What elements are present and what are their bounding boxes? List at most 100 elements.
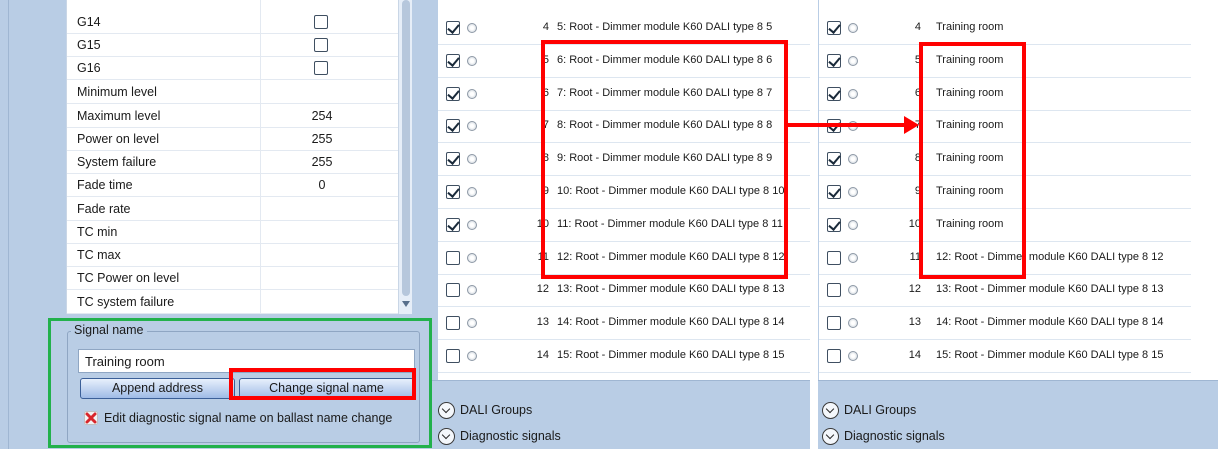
- row-signal-name: 15: Root - Dimmer module K60 DALI type 8…: [936, 349, 1164, 361]
- property-name: Minimum level: [77, 85, 157, 99]
- status-dot-icon: [848, 154, 858, 165]
- scrollbar-thumb[interactable]: [402, 0, 410, 296]
- status-dot-icon: [467, 121, 477, 132]
- property-name: G16: [77, 61, 101, 75]
- diagnostic-signals-expander[interactable]: Diagnostic signals: [822, 427, 982, 447]
- change-button-highlight: [229, 368, 416, 400]
- row-checkbox[interactable]: [446, 185, 460, 199]
- property-row[interactable]: G16: [67, 57, 399, 80]
- row-number: 9: [914, 185, 921, 197]
- chevron-down-icon[interactable]: [438, 402, 455, 419]
- arrow-head-icon: [904, 116, 919, 134]
- row-checkbox[interactable]: [827, 250, 841, 265]
- property-row[interactable]: Fade rate: [67, 198, 399, 221]
- list-item[interactable]: 12 13: Root - Dimmer module K60 DALI type…: [819, 274, 1191, 308]
- row-number: 8: [914, 152, 921, 165]
- scroll-down-icon[interactable]: [402, 301, 410, 307]
- property-row[interactable]: Maximum level 254: [67, 105, 399, 128]
- property-checkbox[interactable]: [314, 15, 328, 29]
- row-checkbox[interactable]: [827, 86, 841, 101]
- list-item[interactable]: 14 15: Root - Dimmer module K60 DALI type…: [819, 340, 1191, 373]
- row-checkbox[interactable]: [446, 316, 460, 331]
- property-row[interactable]: G15: [67, 34, 399, 57]
- row-checkbox[interactable]: [827, 283, 841, 298]
- row-number: 5: [914, 53, 921, 66]
- row-checkbox[interactable]: [827, 185, 841, 199]
- row-number: 6: [914, 86, 921, 99]
- property-grid-scrollbar[interactable]: [398, 0, 412, 314]
- status-dot-icon: [467, 55, 477, 66]
- property-value[interactable]: 254: [267, 109, 377, 123]
- property-row[interactable]: Power on level 255: [67, 128, 399, 151]
- list-item[interactable]: 14 15: Root - Dimmer module K60 DALI type…: [438, 340, 810, 373]
- row-checkbox[interactable]: [827, 21, 841, 35]
- property-checkbox[interactable]: [314, 38, 328, 52]
- row-signal-name: 13: Root - Dimmer module K60 DALI type 8…: [936, 283, 1164, 296]
- row-checkbox[interactable]: [446, 53, 460, 68]
- row-checkbox[interactable]: [446, 21, 460, 35]
- list-item[interactable]: 12 13: Root - Dimmer module K60 DALI type…: [438, 274, 810, 308]
- status-dot-icon: [848, 55, 858, 66]
- property-value[interactable]: 0: [267, 178, 377, 192]
- status-dot-icon: [467, 154, 477, 165]
- edit-diagnostic-label: Edit diagnostic signal name on ballast n…: [104, 411, 393, 425]
- row-signal-name: 14: Root - Dimmer module K60 DALI type 8…: [936, 316, 1164, 329]
- dali-groups-expander[interactable]: DALI Groups: [438, 401, 578, 421]
- status-dot-icon: [467, 88, 477, 99]
- property-row[interactable]: G14: [67, 11, 399, 34]
- row-checkbox[interactable]: [827, 53, 841, 68]
- diagnostic-signals-expander[interactable]: Diagnostic signals: [438, 427, 598, 447]
- chevron-down-icon[interactable]: [822, 402, 839, 419]
- row-number: 11: [909, 250, 921, 263]
- list-item[interactable]: 13 14: Root - Dimmer module K60 DALI type…: [819, 307, 1191, 341]
- dali-groups-expander[interactable]: DALI Groups: [822, 401, 962, 421]
- property-value[interactable]: 255: [267, 155, 377, 169]
- row-checkbox[interactable]: [446, 217, 460, 232]
- unchecked-x-icon[interactable]: [84, 411, 98, 425]
- row-checkbox[interactable]: [827, 217, 841, 232]
- row-checkbox[interactable]: [446, 119, 460, 134]
- property-row[interactable]: Minimum level: [67, 81, 399, 104]
- property-row[interactable]: TC system failure: [67, 291, 399, 314]
- row-number: 12: [536, 283, 549, 296]
- property-row[interactable]: TC min: [67, 221, 399, 244]
- list-item[interactable]: 4 Training room: [819, 12, 1191, 45]
- property-row[interactable]: TC Power on level: [67, 267, 399, 290]
- dali-groups-label: DALI Groups: [844, 403, 917, 417]
- row-number: 4: [914, 21, 921, 33]
- property-name: TC system failure: [77, 295, 175, 309]
- row-checkbox[interactable]: [446, 250, 460, 265]
- property-value[interactable]: 255: [267, 132, 377, 146]
- row-signal-name: 5: Root - Dimmer module K60 DALI type 8 …: [557, 21, 773, 33]
- status-dot-icon: [467, 252, 477, 263]
- row-checkbox[interactable]: [827, 349, 841, 363]
- property-row[interactable]: TC max: [67, 244, 399, 267]
- row-checkbox[interactable]: [446, 86, 460, 101]
- chevron-down-icon[interactable]: [822, 428, 839, 445]
- list-item[interactable]: 13 14: Root - Dimmer module K60 DALI type…: [438, 307, 810, 341]
- status-dot-icon: [467, 23, 477, 33]
- chevron-down-icon[interactable]: [438, 428, 455, 445]
- append-address-button[interactable]: Append address: [80, 378, 235, 399]
- row-checkbox[interactable]: [446, 349, 460, 363]
- property-checkbox[interactable]: [314, 61, 328, 75]
- row-checkbox[interactable]: [827, 316, 841, 331]
- row-checkbox[interactable]: [446, 283, 460, 298]
- property-name: Fade rate: [77, 202, 131, 216]
- status-dot-icon: [467, 351, 477, 361]
- arrow-shaft: [788, 123, 906, 127]
- status-dot-icon: [848, 219, 858, 230]
- status-dot-icon: [467, 219, 477, 230]
- panel-edge: [8, 0, 9, 449]
- property-name: TC max: [77, 248, 121, 262]
- row-checkbox[interactable]: [446, 152, 460, 167]
- row-checkbox[interactable]: [827, 152, 841, 167]
- row-signal-name: Training room: [936, 21, 1004, 33]
- mid-expander-area: DALI Groups Diagnostic signals: [432, 380, 810, 449]
- property-row[interactable]: System failure 255: [67, 151, 399, 174]
- row-number: 14: [908, 349, 921, 361]
- property-row[interactable]: Fade time 0: [67, 174, 399, 197]
- row-signal-name: 13: Root - Dimmer module K60 DALI type 8…: [557, 283, 785, 296]
- property-name: TC Power on level: [77, 271, 180, 285]
- row-signal-name: 15: Root - Dimmer module K60 DALI type 8…: [557, 349, 785, 361]
